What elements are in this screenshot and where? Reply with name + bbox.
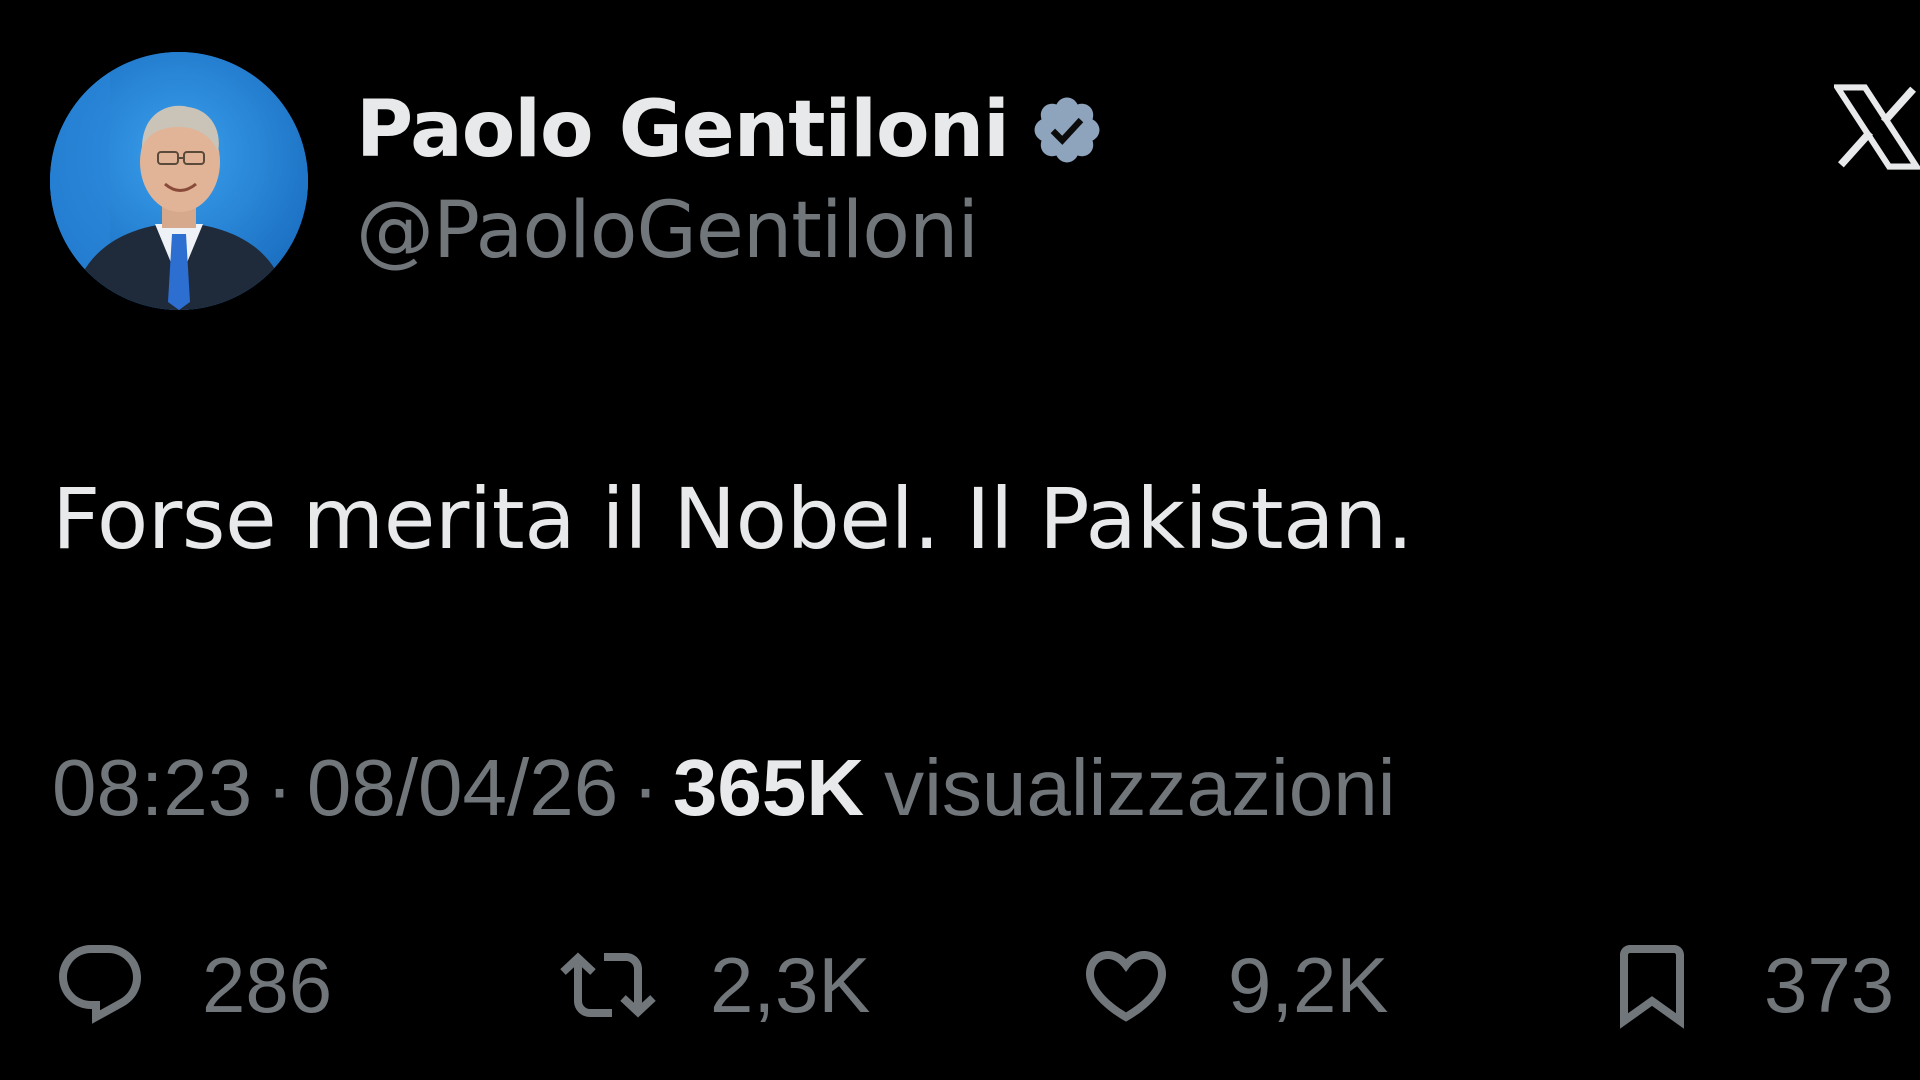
bookmark-icon — [1620, 945, 1684, 1029]
verified-badge-icon[interactable] — [1029, 92, 1105, 168]
reply-button[interactable]: 286 — [52, 930, 332, 1040]
tweet-actions: 286 2,3K 9,2K 373 — [52, 930, 1902, 1040]
like-button[interactable]: 9,2K — [1078, 930, 1388, 1040]
author-name-row: Paolo Gentiloni — [356, 82, 1105, 178]
x-logo-icon[interactable] — [1834, 84, 1920, 170]
tweet-text: Forse merita il Nobel. Il Pakistan. — [52, 470, 1414, 568]
tweet-date[interactable]: 08/04/26 — [307, 742, 618, 834]
heart-icon — [1085, 951, 1167, 1022]
views-count[interactable]: 365K — [673, 742, 864, 834]
bookmark-count: 373 — [1764, 940, 1895, 1029]
tweet-card: Paolo Gentiloni @PaoloGentiloni Forse me… — [0, 0, 1920, 1080]
avatar[interactable] — [50, 52, 308, 310]
views-label[interactable]: visualizzazioni — [884, 742, 1395, 834]
bookmark-button[interactable]: 373 — [1604, 930, 1894, 1040]
tweet-meta: 08:23 · 08/04/26 · 365K visualizzazioni — [52, 742, 1395, 834]
reply-icon — [59, 945, 142, 1024]
reply-count: 286 — [202, 940, 333, 1029]
meta-separator: · — [632, 743, 659, 832]
repost-button[interactable]: 2,3K — [560, 930, 870, 1040]
author-handle[interactable]: @PaoloGentiloni — [356, 186, 979, 276]
author-display-name[interactable]: Paolo Gentiloni — [356, 85, 1010, 175]
profile-photo-icon — [50, 52, 308, 310]
repost-icon — [560, 952, 656, 1018]
like-count: 9,2K — [1228, 940, 1389, 1029]
repost-count: 2,3K — [710, 940, 871, 1029]
meta-separator: · — [266, 743, 293, 832]
tweet-time[interactable]: 08:23 — [52, 742, 252, 834]
